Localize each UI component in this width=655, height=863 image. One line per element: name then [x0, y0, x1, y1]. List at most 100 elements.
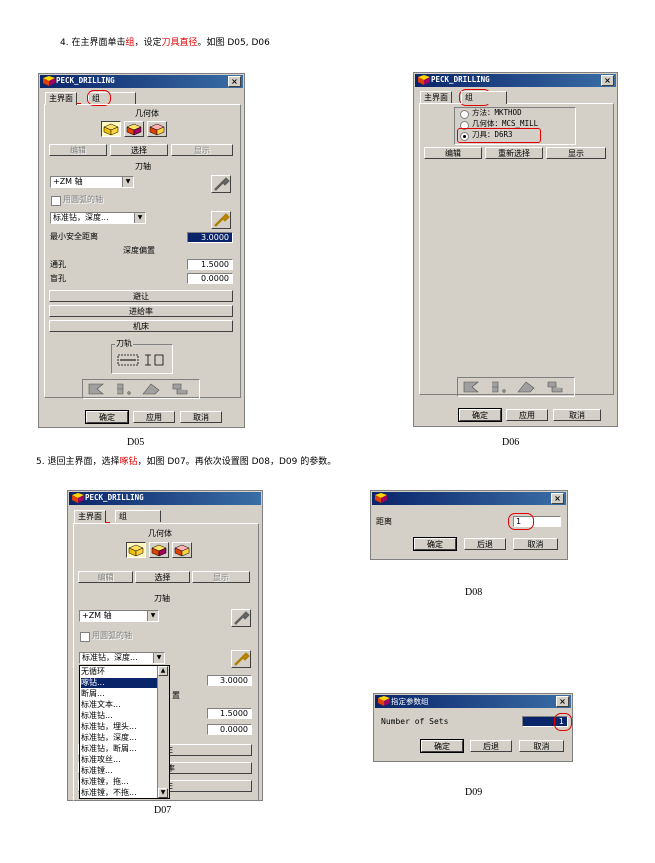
tool-axis-value: +ZM 轴: [82, 611, 112, 620]
ok-button[interactable]: 确定: [420, 739, 464, 753]
cycle-type-value: 标准钻，深度...: [82, 653, 138, 662]
cancel-button[interactable]: 取消: [180, 411, 222, 423]
cycle-option[interactable]: 标准镗，拖...: [81, 777, 158, 787]
depth-offset-header: 深度偏置: [123, 246, 155, 255]
wrench-icon: [234, 652, 250, 666]
tool-axis-combo[interactable]: +ZM 轴 ▼: [79, 610, 159, 622]
chevron-down-icon[interactable]: ▼: [153, 653, 164, 663]
cycle-option[interactable]: 标准镗...: [81, 766, 158, 776]
display-button[interactable]: 显示: [192, 571, 250, 583]
reselect-button[interactable]: 重新选择: [485, 147, 543, 159]
min-clearance-field[interactable]: 3.0000: [207, 675, 252, 686]
d05-window: PECK_DRILLING × 主界面 组 几何体 编辑 选择 显示 刀轴 +Z…: [38, 73, 245, 428]
dropdown-scrollbar[interactable]: ▲ ▼: [157, 666, 169, 798]
tab-main[interactable]: 主界面: [74, 510, 106, 523]
cancel-button[interactable]: 取消: [513, 538, 558, 550]
cycle-option[interactable]: 标准钻，埋头...: [81, 722, 158, 732]
caption-d08: D08: [465, 587, 483, 598]
blind-hole-label: 盲孔: [50, 274, 66, 283]
cycle-option[interactable]: 标准文本...: [81, 700, 158, 710]
scroll-down-icon[interactable]: ▼: [158, 788, 168, 798]
tool-axis-wrench-button[interactable]: [231, 609, 251, 627]
cycle-option[interactable]: 标准镗，不拖...: [81, 788, 158, 798]
apply-button[interactable]: 应用: [506, 409, 548, 421]
step-5-prefix: 5. 退回主界面，选择: [36, 457, 120, 467]
cycle-wrench-button[interactable]: [211, 211, 231, 229]
close-button[interactable]: ×: [601, 75, 614, 86]
cycle-option[interactable]: 啄钻...: [81, 678, 158, 688]
cycle-option[interactable]: 标准攻丝...: [81, 755, 158, 765]
min-clearance-field[interactable]: 3.0000: [187, 232, 233, 243]
geometry-check-icon[interactable]: [147, 121, 167, 137]
arc-axis-checkbox[interactable]: [51, 196, 61, 206]
caption-d05: D05: [127, 437, 145, 448]
chevron-down-icon[interactable]: ▼: [147, 611, 158, 621]
display-button[interactable]: 显示: [171, 144, 233, 156]
edit-button[interactable]: 编辑: [49, 144, 107, 156]
cycle-option[interactable]: 标准钻，深度...: [81, 733, 158, 743]
close-button[interactable]: ×: [556, 696, 569, 707]
wrench-icon: [214, 177, 230, 191]
ok-button[interactable]: 确定: [458, 408, 502, 422]
apply-button[interactable]: 应用: [133, 411, 175, 423]
close-button[interactable]: ×: [551, 493, 564, 504]
arc-axis-checkbox[interactable]: [80, 632, 90, 642]
min-clearance-label: 最小安全距离: [50, 232, 98, 241]
replay-path-icon[interactable]: [143, 352, 165, 370]
avoid-button[interactable]: 避让: [49, 290, 233, 302]
method-radio[interactable]: [460, 110, 469, 119]
caption-d06: D06: [502, 437, 520, 448]
tool-axis-wrench-button[interactable]: [211, 175, 231, 193]
cycle-option[interactable]: 标准钻...: [81, 711, 158, 721]
feedrate-button[interactable]: 进给率: [49, 305, 233, 317]
cycle-type-combo[interactable]: 标准钻，深度... ▼: [79, 652, 165, 664]
app-icon: [43, 76, 55, 86]
back-button[interactable]: 后退: [470, 740, 512, 752]
back-button[interactable]: 后退: [464, 538, 506, 550]
chevron-down-icon[interactable]: ▼: [134, 213, 145, 223]
through-hole-field[interactable]: 1.5000: [187, 259, 233, 270]
edit-button[interactable]: 编辑: [424, 147, 482, 159]
display-button[interactable]: 显示: [546, 147, 606, 159]
tab-main[interactable]: 主界面: [420, 91, 452, 103]
tool-axis-combo[interactable]: +ZM 轴 ▼: [50, 176, 134, 188]
ok-button[interactable]: 确定: [413, 537, 457, 551]
app-icon: [418, 75, 430, 85]
d09-titlebar: 指定参数组 ×: [375, 695, 571, 708]
cycle-option[interactable]: 标准钻，断屑...: [81, 744, 158, 754]
tab-group[interactable]: 组: [115, 510, 161, 522]
arc-axis-label: 用圆弧的轴: [63, 195, 103, 204]
d08-titlebar: ×: [372, 492, 566, 505]
ok-button[interactable]: 确定: [85, 410, 129, 424]
cycle-wrench-button[interactable]: [231, 650, 251, 668]
cycle-option[interactable]: 无循环: [81, 667, 158, 677]
tab-group[interactable]: 组: [461, 91, 507, 104]
geometry-check-icon[interactable]: [172, 542, 192, 558]
edit-button[interactable]: 编辑: [78, 571, 133, 583]
blind-hole-field[interactable]: 0.0000: [207, 724, 252, 735]
geometry-blank-icon[interactable]: [124, 121, 144, 137]
cancel-button[interactable]: 取消: [553, 409, 601, 421]
geometry-part-icon[interactable]: [101, 121, 121, 137]
geometry-blank-icon[interactable]: [149, 542, 169, 558]
toolbar-icons: [463, 381, 563, 393]
cancel-button[interactable]: 取消: [519, 740, 564, 752]
d09-window: 指定参数组 × Number of Sets 1 确定 后退 取消: [373, 693, 573, 762]
generate-path-icon[interactable]: [117, 352, 139, 370]
select-button[interactable]: 选择: [110, 144, 168, 156]
geometry-part-icon[interactable]: [126, 542, 146, 558]
select-button[interactable]: 选择: [135, 571, 190, 583]
cycle-option[interactable]: 断屑...: [81, 689, 158, 699]
through-hole-field[interactable]: 1.5000: [207, 708, 252, 719]
scroll-up-icon[interactable]: ▲: [158, 666, 168, 676]
close-button[interactable]: ×: [228, 76, 241, 87]
annotation-box: [457, 128, 541, 143]
tab-main[interactable]: 主界面: [45, 92, 77, 105]
blind-hole-field[interactable]: 0.0000: [187, 273, 233, 284]
d05-titlebar: PECK_DRILLING ×: [40, 75, 243, 88]
cycle-type-combo[interactable]: 标准钻，深度... ▼: [50, 212, 146, 224]
window-title: PECK_DRILLING: [56, 76, 115, 85]
machine-button[interactable]: 机床: [49, 320, 233, 332]
geometry-header: 几何体: [135, 109, 159, 118]
chevron-down-icon[interactable]: ▼: [122, 177, 133, 187]
